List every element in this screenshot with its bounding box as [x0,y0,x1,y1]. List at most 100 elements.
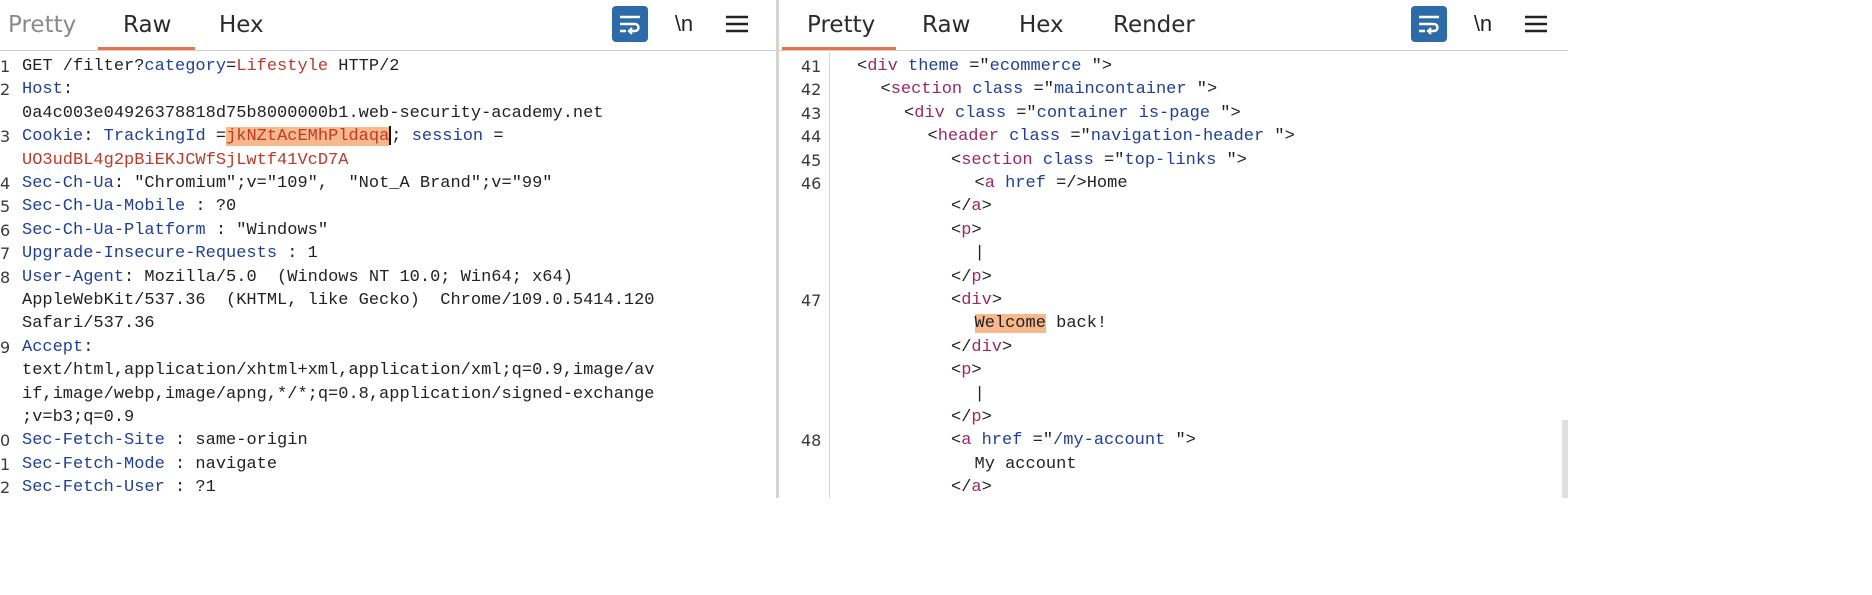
code-text: > [981,267,992,287]
code-line: text/html,application/xhtml+xml,applicat… [22,359,655,382]
line-number: 5 [0,197,11,217]
line-number: 4 [0,174,11,193]
wrap-lines-icon [620,15,640,35]
code-line: <header class ="navigation-header "> [928,125,1295,148]
menu-button[interactable] [1518,6,1554,42]
code-text: GET /filter? [22,57,145,76]
param-value: Lifestyle [236,57,329,76]
attr-value: navigation-header [1090,127,1265,147]
code-text: My account [974,454,1077,474]
line-number: 7 [0,244,11,264]
response-tab-raw[interactable]: Raw [922,12,970,38]
code-line: <section class ="maincontainer "> [881,78,1218,101]
tag-name: header [937,127,999,147]
code-text: : [83,127,104,147]
request-tab-pretty[interactable]: Pretty [8,12,76,38]
code-text: : [62,80,74,100]
line-number: 8 [0,267,11,287]
line-number: 42 [801,80,822,100]
request-tab-raw[interactable]: Raw [123,12,171,38]
header-name: category [144,57,227,76]
code-text: : ?1 [164,478,216,498]
wrap-lines-button[interactable] [1411,6,1447,42]
wrap-lines-button[interactable] [612,6,648,42]
header-name: Sec-Fetch-Site [22,431,165,451]
code-line: UO3udBL4g2pBiEKJCWfSjLwtf41VcD7A [22,149,348,172]
code-text: > [971,361,982,381]
code-line: Safari/537.36 [22,312,155,335]
request-editor[interactable]: 1 GET /filter?category = Lifestyle HTTP/2 2 H… [0,52,776,498]
request-tab-hex[interactable]: Hex [219,12,264,38]
code-text: "> [1210,103,1241,123]
code-line: User-Agent: Mozilla/5.0 (Windows NT 10.0… [22,266,573,289]
code-text: back! [1045,314,1108,334]
code-text: < [880,80,891,100]
newline-icon: \n [1473,11,1493,36]
code-text: < [904,103,915,123]
active-tab-indicator [782,47,896,50]
code-line: Sec-Ch-Ua-Mobile : ?0 [22,195,236,218]
code-line: </p> [951,406,992,429]
tag-name: section [890,80,963,100]
attr-name: class [955,103,1007,123]
attr-name: href [1005,174,1046,193]
code-text: < [927,127,938,147]
header-name: Cookie [22,127,84,147]
attr-value: maincontainer [1053,80,1187,100]
code-line: </a> [951,195,992,218]
response-tab-pretty[interactable]: Pretty [807,12,875,38]
line-number: 2 [0,80,11,100]
response-editor[interactable]: 41 <div theme ="ecommerce "> 42 <section cl… [779,52,1568,498]
code-line: Sec-Ch-Ua: "Chromium";v="109", "Not_A Br… [22,172,553,195]
response-tab-hex[interactable]: Hex [1019,12,1064,38]
attr-name: theme [908,57,960,76]
code-text: HTTP/2 [328,57,400,76]
header-name: Host [22,80,63,100]
menu-button[interactable] [719,6,755,42]
code-line: Welcome back! [974,312,1108,335]
header-name: User-Agent [22,267,125,287]
code-line: </a> [951,476,992,498]
response-tab-render[interactable]: Render [1113,12,1195,38]
attr-name: class [1009,127,1061,147]
code-text: > [981,197,992,217]
show-newlines-button[interactable]: \n [1465,6,1501,42]
show-newlines-button[interactable]: \n [666,6,702,42]
code-text: : Mozilla/5.0 (Windows NT 10.0; Win64; x… [124,267,573,287]
code-text: > [981,478,992,498]
vertical-scrollbar[interactable] [1562,420,1568,498]
code-text: < [857,57,868,76]
attr-value: top-links [1124,150,1217,170]
code-line: ;v=b3;q=0.9 [22,406,134,429]
code-text: : 1 [277,244,318,264]
code-text: = [483,127,504,147]
request-tab-bar: Pretty Raw Hex \n [0,0,776,51]
hamburger-menu-icon [1525,15,1547,33]
code-text: </ [951,478,972,498]
header-name: Sec-Ch-Ua-Mobile [22,197,186,217]
code-text: =" [1022,431,1054,451]
line-number: 0 [0,431,11,451]
line-number: 1 [0,57,11,76]
newline-icon: \n [674,11,694,36]
code-text: > [981,408,992,427]
response-pane: Pretty Raw Hex Render \n 41 <div theme ="… [779,0,1568,498]
code-text: =" [1023,80,1054,100]
attr-value: container is-page [1036,103,1211,123]
code-line: <a href =/>Home [975,172,1128,195]
code-line: <div theme ="ecommerce "> [857,55,1112,78]
tag-name: div [961,291,992,310]
line-number: 44 [801,127,822,147]
code-text: < [951,431,962,451]
line-number: 41 [801,57,822,76]
tag-name: div [914,103,945,123]
line-number: 48 [801,431,822,451]
code-text: > [971,220,982,240]
tag-name: p [961,220,972,240]
tag-name: div [971,337,1003,357]
tag-name: section [961,150,1033,170]
header-name: TrackingId [103,127,206,147]
code-text: ;v=b3;q=0.9 [22,408,135,427]
